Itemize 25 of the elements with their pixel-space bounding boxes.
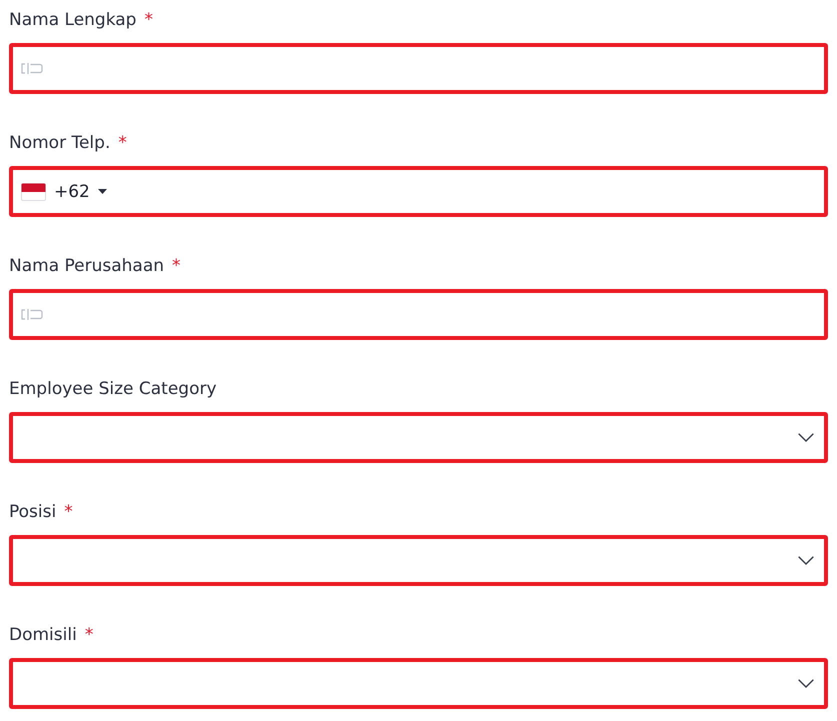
field-label: Posisi xyxy=(9,501,56,524)
chevron-down-icon xyxy=(798,679,814,688)
required-asterisk: * xyxy=(144,9,153,32)
field-label: Nama Lengkap xyxy=(9,9,136,32)
field-label: Employee Size Category xyxy=(9,378,217,401)
input-cursor-icon xyxy=(21,309,43,320)
chevron-down-icon xyxy=(798,433,814,442)
field-label: Nama Perusahaan xyxy=(9,255,164,278)
chevron-down-icon xyxy=(798,556,814,565)
input-field[interactable] xyxy=(9,43,828,94)
phone-field[interactable]: +62 xyxy=(9,166,828,217)
required-asterisk: * xyxy=(172,255,181,278)
select-field[interactable] xyxy=(9,412,828,463)
input-cursor-icon xyxy=(21,63,43,74)
required-asterisk: * xyxy=(84,624,94,647)
select-field[interactable] xyxy=(9,535,828,586)
required-asterisk: * xyxy=(64,501,73,524)
flag-icon xyxy=(21,182,46,200)
caret-icon xyxy=(98,189,107,194)
input-field[interactable] xyxy=(9,289,828,340)
country-code-selector[interactable]: +62 xyxy=(21,182,107,202)
required-asterisk: * xyxy=(118,132,127,155)
field-label: Nomor Telp. xyxy=(9,132,110,155)
field-label: Domisili xyxy=(9,624,77,647)
select-field[interactable] xyxy=(9,658,828,709)
